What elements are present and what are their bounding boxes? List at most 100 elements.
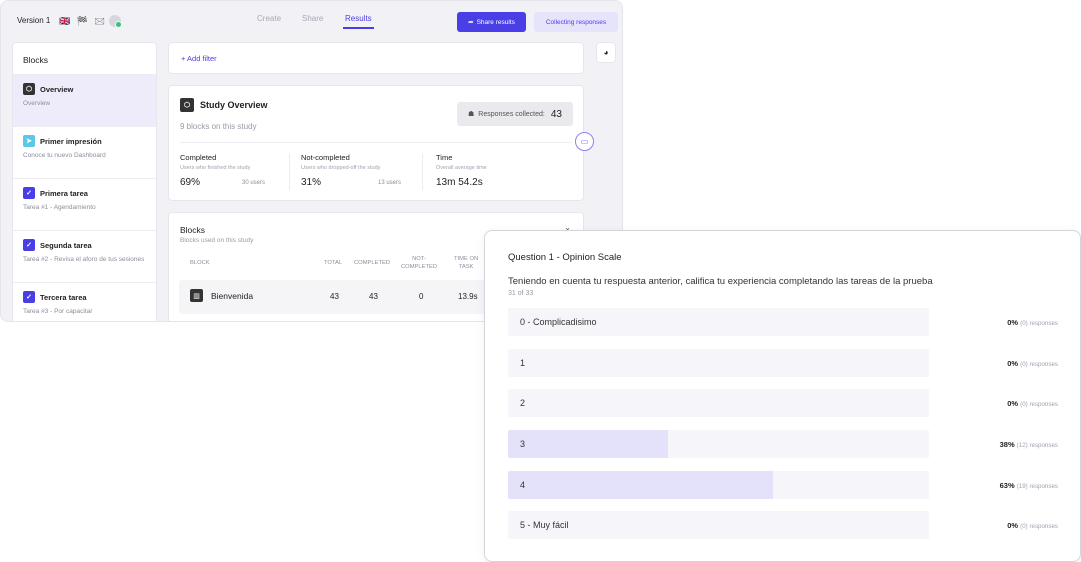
- sidebar-item-subtitle: Overview: [23, 100, 51, 107]
- option-label: 0 - Complicadisimo: [520, 317, 597, 327]
- stat-label: Time: [436, 153, 453, 162]
- option-label: 5 - Muy fácil: [520, 520, 569, 530]
- sidebar-item-segunda-tarea[interactable]: ✓ Segunda tarea Tarea #2 - Revisa el afo…: [13, 231, 156, 283]
- users-icon: ☗: [468, 111, 475, 118]
- cube-icon: ⬡: [180, 98, 194, 112]
- stat-label: Not-completed: [301, 153, 350, 162]
- option-percent-value: 38%: [999, 440, 1015, 449]
- column-header-completed: COMPLETED: [354, 260, 391, 266]
- tab-results[interactable]: Results: [343, 14, 374, 29]
- option-bar-fill: [508, 430, 668, 458]
- block-name: Bienvenida: [211, 290, 254, 301]
- check-icon: ✓: [23, 187, 35, 199]
- share-icon: ➦: [468, 19, 474, 26]
- tab-share[interactable]: Share: [302, 14, 323, 23]
- filter-bar: + Add filter: [168, 42, 584, 74]
- version-label[interactable]: Version 1: [17, 16, 50, 25]
- sidebar-item-primera-tarea[interactable]: ✓ Primera tarea Tarea #1 - Agendamiento: [13, 179, 156, 231]
- sidebar-item-title: Primer impresión: [40, 136, 102, 146]
- add-filter-button[interactable]: + Add filter: [181, 54, 217, 63]
- option-bar-track: 5 - Muy fácil: [508, 511, 929, 539]
- responses-label: Responses collected:: [478, 110, 545, 118]
- pie-chart-icon[interactable]: ◕: [596, 42, 616, 63]
- comment-icon[interactable]: ▭: [575, 132, 594, 151]
- language-flags-icon[interactable]: 🇬🇧 🏁 🖂: [59, 14, 107, 30]
- sidebar-title: Blocks: [13, 43, 156, 75]
- option-label: 3: [520, 439, 526, 449]
- option-row: 4 63% (19) responses: [508, 471, 1058, 499]
- question-results-card: Question 1 - Opinion Scale Teniendo en c…: [484, 230, 1081, 562]
- stat-time: Time Overall average time 13m 54.2s: [436, 153, 487, 188]
- option-percent-value: 0%: [1007, 399, 1019, 408]
- option-label: 2: [520, 398, 526, 408]
- option-bar-fill: [508, 471, 774, 499]
- blocks-sidebar: Blocks ⬡ Overview Overview ➤ Primer impr…: [12, 42, 157, 321]
- divider: [289, 154, 290, 190]
- option-bar-track: 0 - Complicadisimo: [508, 308, 929, 336]
- option-percent-value: 0%: [1007, 359, 1019, 368]
- sidebar-item-subtitle: Tarea #3 - Por capacitar: [23, 308, 93, 315]
- stat-desc: Overall average time: [436, 165, 487, 171]
- sidebar-item-subtitle: Tarea #2 - Revisa el aforo de tus sesion…: [23, 256, 145, 263]
- blocks-table-title: Blocks: [180, 225, 206, 235]
- stat-value: 69%: [180, 177, 201, 188]
- sidebar-item-title: Primera tarea: [40, 188, 88, 198]
- column-header-block: BLOCK: [190, 260, 210, 266]
- study-overview-card: ⬡ Study Overview 9 blocks on this study …: [168, 85, 584, 201]
- sidebar-item-primer-impresion[interactable]: ➤ Primer impresión Conoce tu nuevo Dashb…: [13, 127, 156, 179]
- option-response-count: (0) responses: [1020, 523, 1058, 530]
- option-percent: 0% (0) responses: [1007, 359, 1058, 368]
- option-percent: 63% (19) responses: [1000, 481, 1058, 490]
- overview-title: Study Overview: [200, 100, 268, 110]
- option-bar-track: 4: [508, 471, 929, 499]
- option-row: 3 38% (12) responses: [508, 430, 1058, 458]
- sidebar-item-overview[interactable]: ⬡ Overview Overview: [13, 75, 156, 127]
- stat-users: 13 users: [378, 180, 402, 186]
- option-percent: 0% (0) responses: [1007, 318, 1058, 327]
- sidebar-item-title: Overview: [40, 84, 74, 94]
- share-results-button[interactable]: ➦ Share results: [457, 12, 526, 32]
- book-icon: ▥: [190, 289, 203, 302]
- option-percent: 0% (0) responses: [1007, 521, 1058, 530]
- option-label: 4: [520, 480, 526, 490]
- option-response-count: (0) responses: [1020, 320, 1058, 327]
- option-row: 1 0% (0) responses: [508, 349, 1058, 377]
- question-title: Question 1 - Opinion Scale: [508, 252, 622, 263]
- sidebar-item-title: Tercera tarea: [40, 292, 87, 302]
- option-percent-value: 0%: [1007, 318, 1019, 327]
- responses-count: 43: [550, 108, 562, 120]
- cube-icon: ⬡: [23, 83, 35, 95]
- header-line: TASK: [458, 263, 474, 270]
- option-percent-value: 63%: [999, 481, 1015, 490]
- option-percent: 38% (12) responses: [1000, 440, 1058, 449]
- option-response-count: (0) responses: [1020, 361, 1058, 368]
- sidebar-item-subtitle: Conoce tu nuevo Dashboard: [23, 152, 106, 159]
- sidebar-item-subtitle: Tarea #1 - Agendamiento: [23, 204, 96, 211]
- check-icon: ✓: [23, 291, 35, 303]
- overview-subtitle: 9 blocks on this study: [180, 122, 257, 131]
- responses-collected-badge: ☗ Responses collected: 43: [457, 102, 573, 126]
- option-response-count: (19) responses: [1016, 483, 1058, 490]
- blocks-table-subtitle: Blocks used on this study: [180, 237, 254, 244]
- option-bar-track: 1: [508, 349, 929, 377]
- divider: [180, 142, 572, 143]
- tab-create[interactable]: Create: [257, 14, 281, 23]
- stat-desc: Users who finished the study: [180, 165, 251, 171]
- option-row: 5 - Muy fácil 0% (0) responses: [508, 511, 1058, 539]
- cell-not-completed: 0: [419, 292, 424, 301]
- avatar[interactable]: [109, 15, 122, 28]
- question-text: Teniendo en cuenta tu respuesta anterior…: [508, 276, 933, 287]
- sidebar-item-tercera-tarea[interactable]: ✓ Tercera tarea Tarea #3 - Por capacitar: [13, 283, 156, 321]
- stat-value: 31%: [301, 177, 322, 188]
- check-icon: ✓: [23, 239, 35, 251]
- column-header-time: TIME ON TASK: [454, 256, 478, 271]
- option-response-count: (12) responses: [1016, 442, 1058, 449]
- option-label: 1: [520, 358, 526, 368]
- option-row: 2 0% (0) responses: [508, 389, 1058, 417]
- cursor-icon: ➤: [23, 135, 35, 147]
- stat-completed: Completed Users who finished the study 6…: [180, 153, 265, 188]
- sidebar-item-title: Segunda tarea: [40, 240, 92, 250]
- cell-time: 13.9s: [458, 292, 478, 301]
- cell-completed: 43: [369, 292, 378, 301]
- collecting-responses-button[interactable]: Collecting responses: [534, 12, 618, 32]
